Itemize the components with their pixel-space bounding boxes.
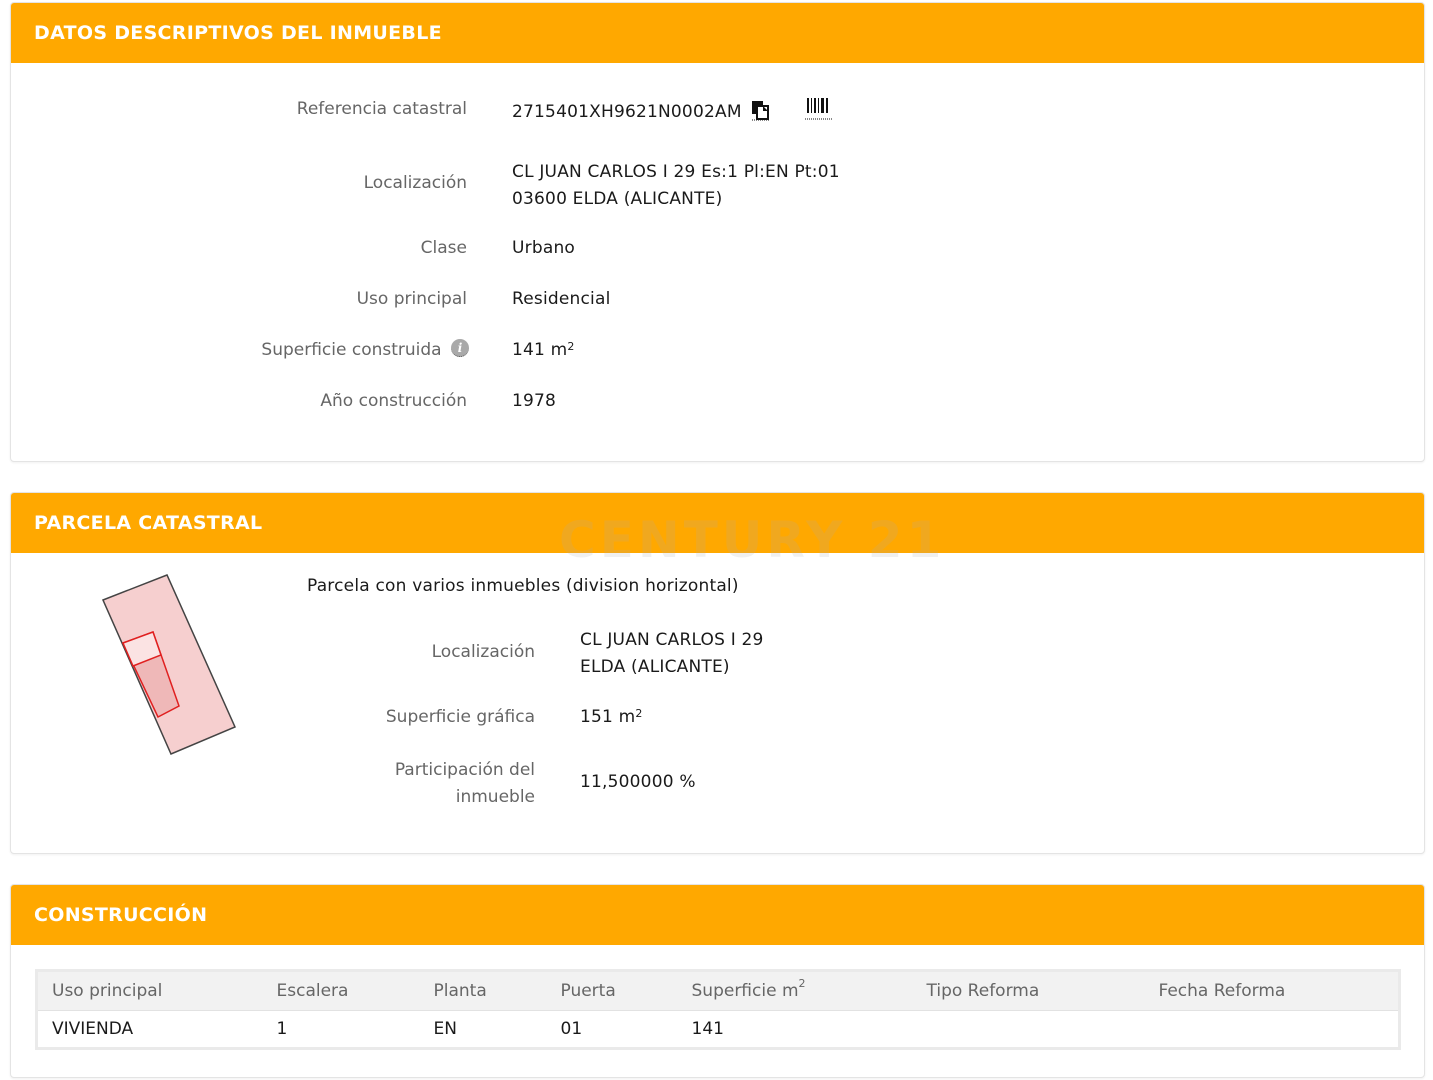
field-value: CL JUAN CARLOS I 29 Es:1 Pl:EN Pt:01 036…	[512, 159, 840, 213]
col-escalera: Escalera	[262, 970, 420, 1011]
section-title: CONSTRUCCIÓN	[34, 904, 208, 926]
unit-exponent: 2	[798, 977, 806, 990]
panel-header: CONSTRUCCIÓN	[11, 885, 1424, 945]
unit-exponent: 2	[635, 707, 643, 720]
superficie-label: Superficie construida	[261, 340, 442, 360]
field-label: Referencia catastral	[296, 99, 467, 119]
localizacion-line2: 03600 ELDA (ALICANTE)	[512, 189, 723, 209]
col-tipo-reforma: Tipo Reforma	[912, 970, 1145, 1011]
barcode-icon[interactable]	[804, 96, 833, 120]
field-value: 151 m2	[580, 704, 643, 731]
field-label: Localización	[363, 173, 467, 193]
panel-parcela-catastral: PARCELA CATASTRAL CENTURY 21 Parcela con…	[10, 492, 1425, 854]
cell-planta: EN	[419, 1010, 547, 1049]
col-planta: Planta	[419, 970, 547, 1011]
field-label: Uso principal	[356, 289, 467, 309]
col-superficie-label: Superficie m	[691, 981, 799, 1001]
construccion-table: Uso principal Escalera Planta Puerta Sup…	[35, 969, 1401, 1050]
cell-uso-principal: VIVIENDA	[36, 1010, 263, 1049]
col-superficie: Superficie m2	[677, 970, 913, 1011]
parcela-localizacion-line2: ELDA (ALICANTE)	[580, 657, 730, 677]
col-puerta: Puerta	[546, 970, 678, 1011]
parcel-note: Parcela con varios inmuebles (division h…	[307, 576, 739, 596]
field-label: Participación del inmueble	[311, 757, 535, 811]
field-value: 2715401XH9621N0002AM	[512, 96, 833, 126]
section-title: DATOS DESCRIPTIVOS DEL INMUEBLE	[34, 22, 442, 44]
superficie-value: 141 m	[512, 340, 568, 360]
panel-construccion: CONSTRUCCIÓN Uso principal Escalera Plan…	[10, 884, 1425, 1078]
participacion-label-line2: inmueble	[455, 787, 535, 807]
watermark: CENTURY 21	[559, 511, 946, 569]
anio-value: 1978	[512, 391, 557, 411]
panel-datos-descriptivos: DATOS DESCRIPTIVOS DEL INMUEBLE Referenc…	[10, 2, 1425, 462]
clase-value: Urbano	[512, 238, 576, 258]
field-value: 141 m2	[512, 337, 575, 364]
field-value: CL JUAN CARLOS I 29 ELDA (ALICANTE)	[580, 627, 764, 681]
participacion-label-line1: Participación del	[394, 760, 535, 780]
field-label: Clase	[420, 238, 467, 258]
superficie-grafica-value: 151 m	[580, 707, 636, 727]
info-icon[interactable]: i	[451, 339, 469, 357]
participacion-value: 11,500000 %	[580, 772, 696, 792]
cell-fecha-reforma	[1144, 1010, 1400, 1049]
table-header-row: Uso principal Escalera Planta Puerta Sup…	[36, 970, 1400, 1011]
field-label: Superficie construida i	[261, 339, 469, 360]
cell-escalera: 1	[262, 1010, 420, 1049]
cell-puerta: 01	[546, 1010, 678, 1049]
parcel-map[interactable]	[101, 573, 251, 758]
table-row: VIVIENDA 1 EN 01 141	[36, 1010, 1400, 1049]
cell-superficie: 141	[677, 1010, 913, 1049]
field-label: Año construcción	[320, 391, 467, 411]
col-uso-principal: Uso principal	[36, 970, 263, 1011]
parcela-localizacion-line1: CL JUAN CARLOS I 29	[580, 630, 764, 650]
localizacion-line1: CL JUAN CARLOS I 29 Es:1 Pl:EN Pt:01	[512, 162, 840, 182]
cell-tipo-reforma	[912, 1010, 1145, 1049]
panel-header: DATOS DESCRIPTIVOS DEL INMUEBLE	[11, 3, 1424, 63]
copy-icon[interactable]	[751, 99, 771, 121]
field-label: Localización	[431, 642, 535, 662]
referencia-value: 2715401XH9621N0002AM	[512, 102, 742, 122]
unit-exponent: 2	[567, 340, 575, 353]
section-title: PARCELA CATASTRAL	[34, 512, 263, 534]
col-fecha-reforma: Fecha Reforma	[1144, 970, 1400, 1011]
field-label: Superficie gráfica	[385, 707, 535, 727]
uso-value: Residencial	[512, 289, 611, 309]
